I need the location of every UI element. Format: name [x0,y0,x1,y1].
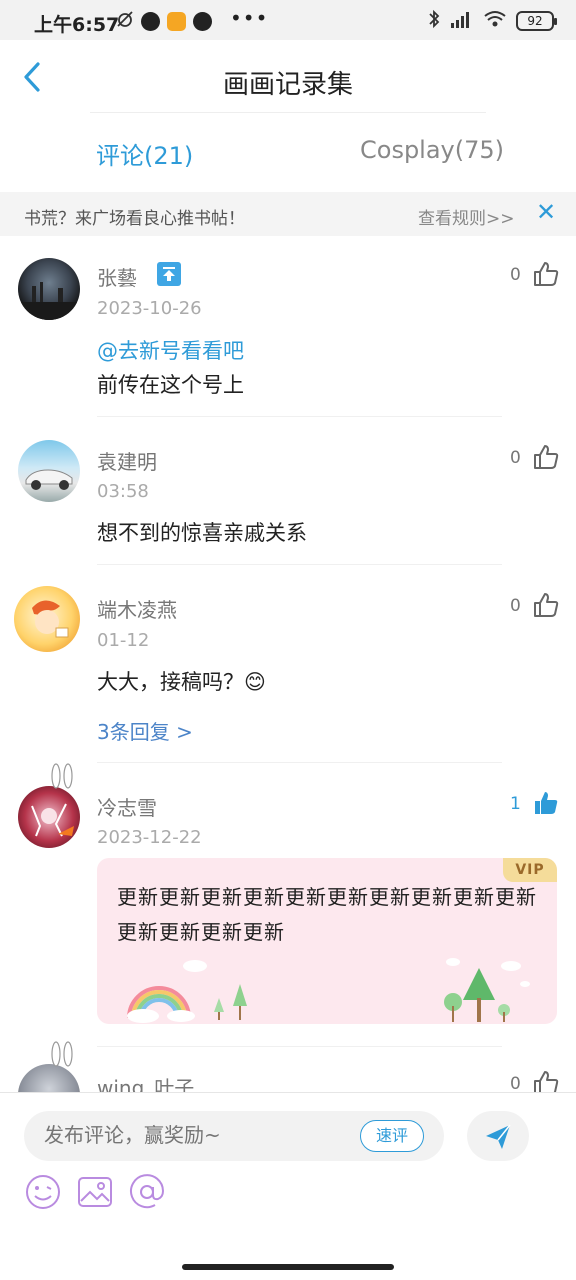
thumbs-up-icon[interactable] [532,260,560,288]
view-rules-link[interactable]: 查看规则>> [418,204,515,229]
comment-username[interactable]: 冷志雪 [97,792,157,821]
emoji-icon[interactable] [24,1173,62,1211]
mention-link[interactable]: @去新号看看吧 [97,335,244,365]
alarm-off-icon [116,10,134,32]
comment-date: 2023-10-26 [97,298,202,319]
comment-text: 想不到的惊喜亲戚关系 [97,521,307,545]
like-count: 0 [510,596,521,616]
bluetooth-icon [427,9,441,33]
vip-comment-card: VIP 更新更新更新更新更新更新更新更新更新更新更新更新更新更新 [97,858,557,1024]
bunny-ears-icon [48,762,76,796]
image-icon[interactable] [76,1173,114,1211]
tab-comments[interactable]: 评论(21) [96,136,193,171]
quick-comment-button[interactable]: 速评 [360,1120,424,1152]
comment-date: 01-12 [97,630,150,651]
send-button[interactable] [467,1111,529,1161]
top-badge-icon [157,262,181,286]
thumbs-up-filled-icon[interactable] [532,789,560,817]
avatar[interactable] [18,440,80,502]
bunny-ears-icon [48,1040,76,1074]
like-count: 0 [510,265,521,285]
comment-text: 大大，接稿吗？😊 [97,670,266,694]
comment-date: 2023-12-22 [97,827,202,848]
signal-icon [450,10,474,32]
notification-icons [116,10,212,32]
like-count: 0 [510,448,521,468]
like-count: 0 [510,1074,521,1094]
page-title: 画画记录集 [222,70,353,100]
wifi-icon [483,10,507,32]
more-notifications-icon: ••• [230,6,269,30]
tab-bar: 评论(21) Cosplay(75) [0,114,576,192]
comment-username[interactable]: 张藝 [97,262,137,291]
qq-icon [141,11,160,31]
qq-icon [193,11,212,31]
send-icon [486,1124,511,1149]
divider [97,416,502,417]
comment-text: 前传在这个号上 [97,373,244,397]
home-indicator[interactable] [182,1264,394,1270]
notice-text: 书荒？来广场看良心推书帖！ [24,209,245,229]
vip-decoration-icon [127,958,530,1023]
avatar[interactable] [14,586,80,652]
comment-input[interactable] [44,1123,344,1147]
comment-input-container: 速评 [24,1111,444,1161]
top-navigation: 画画记录集 [0,40,576,114]
comment-composer: 速评 [0,1092,576,1254]
comment-username[interactable]: 端木凌燕 [97,594,177,623]
status-time: 上午6:57 [34,14,120,36]
comment-date: 03:58 [97,481,149,502]
thumbs-up-icon[interactable] [532,443,560,471]
header-divider [90,112,486,113]
system-icons: 92 [427,9,557,33]
divider [97,564,502,565]
view-replies-link[interactable]: 3条回复 > [97,716,193,745]
app-notification-icon [167,11,186,31]
thumbs-up-icon[interactable] [532,591,560,619]
status-bar: 上午6:57 ••• 92 [0,0,576,40]
mention-icon[interactable] [128,1173,166,1211]
divider [97,1046,502,1047]
close-notice-icon[interactable]: ✕ [536,198,556,226]
divider [97,762,502,763]
avatar[interactable] [18,258,80,320]
battery-icon: 92 [516,11,557,31]
comment-username[interactable]: 袁建明 [97,446,157,475]
notice-banner: 书荒？来广场看良心推书帖！ 查看规则>> ✕ [0,192,576,236]
like-count: 1 [510,794,521,814]
tab-cosplay[interactable]: Cosplay(75) [360,136,504,164]
